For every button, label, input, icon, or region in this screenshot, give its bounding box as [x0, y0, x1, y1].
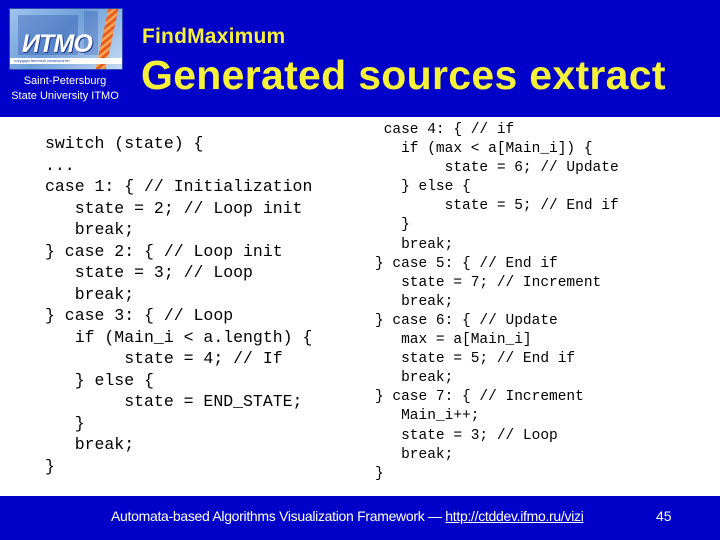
slide-title: Generated sources extract — [141, 52, 666, 98]
logo-wordmark: ИТМО — [22, 30, 93, 58]
university-name: Saint-Petersburg State University ITMO — [0, 74, 130, 104]
footer-link[interactable]: http://ctddev.ifmo.ru/vizi — [445, 508, 584, 524]
code-block-right: case 4: { // if if (max < a[Main_i]) { s… — [375, 122, 619, 482]
slide-subtitle: FindMaximum — [142, 25, 286, 48]
university-line-1: Saint-Petersburg — [23, 75, 107, 87]
slide-footer: Automata-based Algorithms Visualization … — [0, 496, 720, 540]
footer-caption-text: Automata-based Algorithms Visualization … — [111, 508, 446, 524]
logo-band-text: государственный университет — [14, 58, 70, 63]
slide-header: ИТМО государственный университет Saint-P… — [0, 0, 720, 117]
logo-band: государственный университет — [10, 58, 122, 64]
footer-caption: Automata-based Algorithms Visualization … — [111, 508, 584, 524]
itmo-logo: ИТМО государственный университет — [9, 8, 123, 70]
university-line-2: State University ITMO — [11, 90, 119, 102]
page-number: 45 — [656, 508, 672, 524]
code-block-left: switch (state) { ... case 1: { // Initia… — [45, 134, 313, 476]
